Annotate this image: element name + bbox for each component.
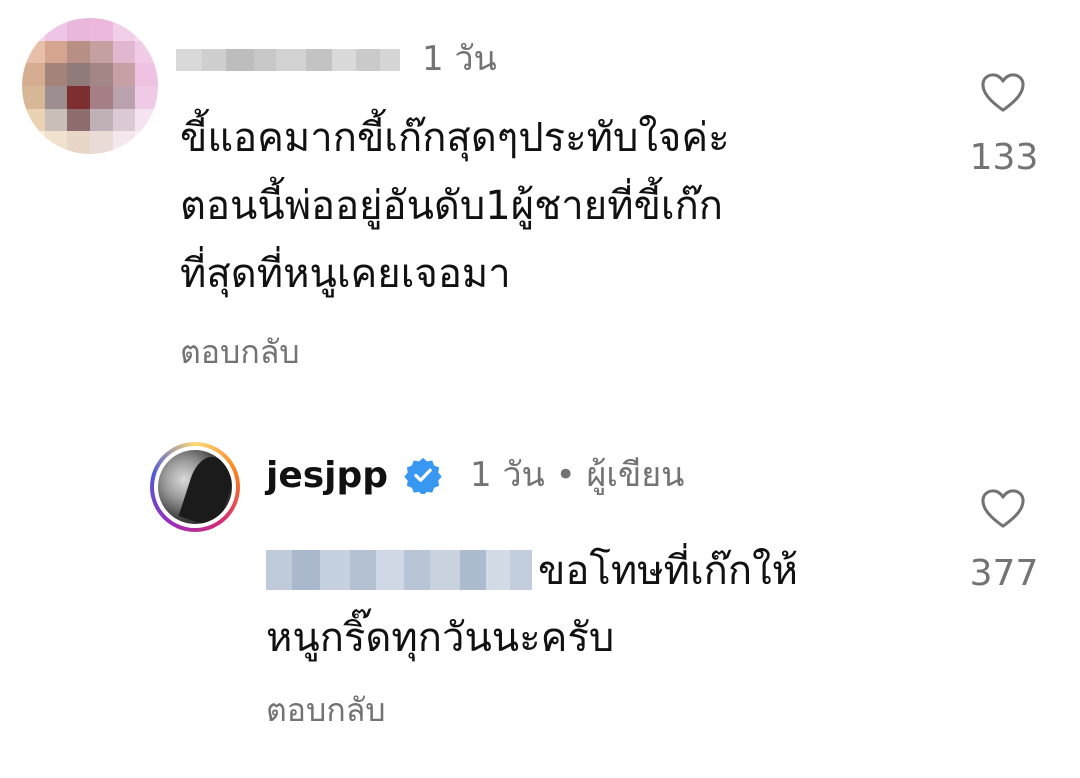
reply-button[interactable]: ตอบกลับ (180, 336, 300, 368)
reply-to-reply-button[interactable]: ตอบกลับ (266, 694, 386, 726)
commenter-avatar[interactable] (22, 18, 158, 154)
mentioned-username-blurred[interactable] (266, 536, 532, 604)
meta-separator: • (555, 455, 576, 495)
reply-text-line2: หนูกริ๊ดทุกวันนะครับ (266, 615, 615, 661)
comments-page: 1 วัน ขี้แอคมากขี้เก๊กสุดๆประทับใจค่ะ ตอ… (0, 0, 1080, 778)
heart-outline-icon[interactable] (980, 72, 1026, 114)
reply-text: ขอโทษที่เก๊กให้ (538, 548, 798, 594)
author-label: ผู้เขียน (586, 455, 685, 495)
comment-like-count: 133 (969, 137, 1039, 178)
author-avatar[interactable] (150, 442, 240, 532)
reply-like-count: 377 (969, 553, 1039, 594)
author-avatar-photo (158, 450, 232, 524)
comment-text: ขี้แอคมากขี้เก๊กสุดๆประทับใจค่ะ ตอนนี้พ่… (180, 115, 730, 297)
reply-text-line1: ขอโทษที่เก๊กให้ (266, 536, 798, 604)
reply-timestamp: 1 วัน • ผู้เขียน (470, 458, 684, 492)
author-username[interactable]: jesjpp (266, 458, 388, 494)
heart-outline-icon[interactable] (980, 488, 1026, 530)
verified-badge-icon (404, 457, 442, 494)
comment-timestamp: 1 วัน (422, 39, 497, 79)
reply-time: 1 วัน (470, 455, 545, 495)
commenter-username-blurred[interactable] (176, 42, 400, 78)
